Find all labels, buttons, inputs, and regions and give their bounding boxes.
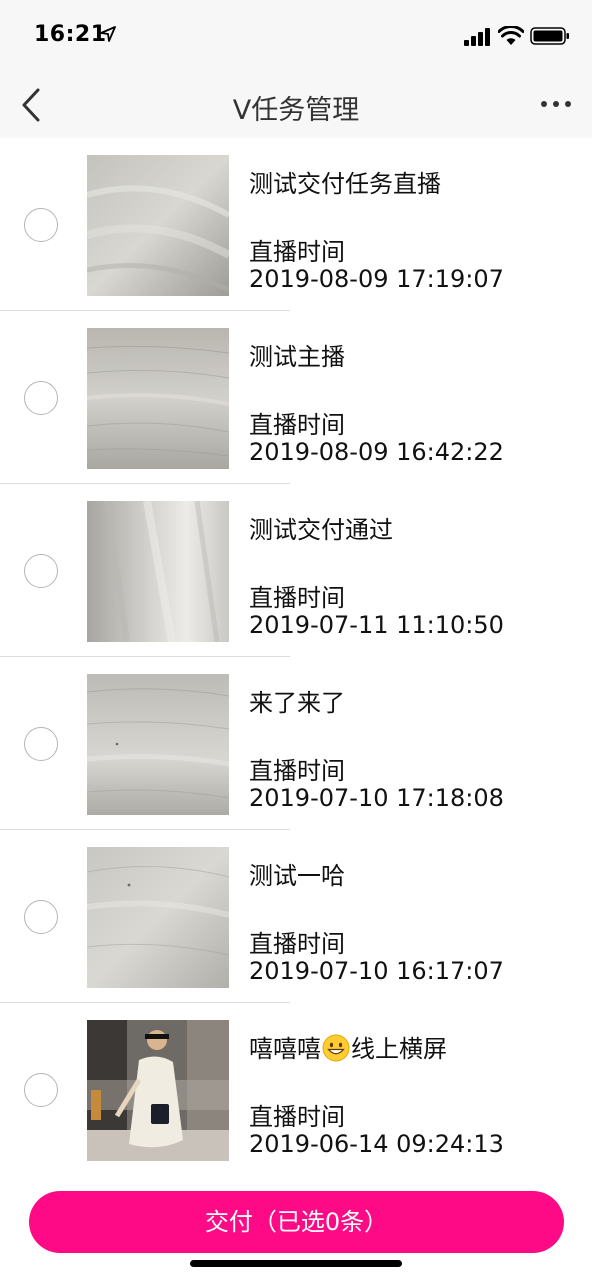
location-arrow-icon xyxy=(100,26,116,42)
wifi-icon xyxy=(498,26,524,45)
live-time-label: 直播时间 xyxy=(249,1103,345,1131)
task-list-item[interactable]: 测试交付通过 直播时间 2019-07-11 11:10:50 xyxy=(0,484,592,657)
live-time-value: 2019-07-11 11:10:50 xyxy=(249,611,504,639)
task-thumbnail xyxy=(87,1020,229,1161)
live-time-value: 2019-08-09 16:42:22 xyxy=(249,438,504,466)
task-list-item[interactable]: 嘻嘻嘻 线上横屏 直播时间 2019-06-14 09:24:13 xyxy=(0,1003,592,1176)
live-time-label: 直播时间 xyxy=(249,757,345,785)
task-thumbnail xyxy=(87,674,229,815)
live-time-value: 2019-07-10 16:17:07 xyxy=(249,957,504,985)
live-time-label: 直播时间 xyxy=(249,411,345,439)
live-time-label: 直播时间 xyxy=(249,930,345,958)
task-thumbnail xyxy=(87,155,229,296)
more-dots-icon[interactable] xyxy=(540,96,572,112)
select-radio[interactable] xyxy=(24,381,58,415)
task-title-text: 线上横屏 xyxy=(351,1035,447,1063)
task-title: 测试一哈 xyxy=(249,862,345,890)
grinning-face-emoji-icon xyxy=(322,1034,350,1062)
live-time-value: 2019-08-09 17:19:07 xyxy=(249,265,504,293)
nav-bar: V任务管理 xyxy=(0,72,592,138)
task-list-item[interactable]: 测试一哈 直播时间 2019-07-10 16:17:07 xyxy=(0,830,592,1003)
live-time-value: 2019-07-10 17:18:08 xyxy=(249,784,504,812)
task-thumbnail xyxy=(87,328,229,469)
status-time: 16:21 xyxy=(34,22,107,47)
live-time-label: 直播时间 xyxy=(249,238,345,266)
task-thumbnail xyxy=(87,501,229,642)
select-radio[interactable] xyxy=(24,208,58,242)
home-indicator[interactable] xyxy=(190,1260,402,1267)
task-list-item[interactable]: 测试交付任务直播 直播时间 2019-08-09 17:19:07 xyxy=(0,138,592,311)
live-time-value: 2019-06-14 09:24:13 xyxy=(249,1130,504,1158)
submit-delivery-button[interactable]: 交付（已选0条） xyxy=(29,1191,564,1253)
page-title: V任务管理 xyxy=(232,95,360,126)
task-title: 测试交付通过 xyxy=(249,516,393,544)
task-thumbnail xyxy=(87,847,229,988)
task-list: 测试交付任务直播 直播时间 2019-08-09 17:19:07 测试主播 直… xyxy=(0,138,592,1176)
task-title: 嘻嘻嘻 线上横屏 xyxy=(249,1029,447,1064)
task-title: 测试交付任务直播 xyxy=(249,170,441,198)
task-title-text: 嘻嘻嘻 xyxy=(249,1035,321,1063)
task-title: 来了来了 xyxy=(249,689,345,717)
select-radio[interactable] xyxy=(24,554,58,588)
signal-icon xyxy=(464,28,490,46)
select-radio[interactable] xyxy=(24,727,58,761)
status-bar: 16:21 xyxy=(0,0,592,72)
live-time-label: 直播时间 xyxy=(249,584,345,612)
task-list-item[interactable]: 来了来了 直播时间 2019-07-10 17:18:08 xyxy=(0,657,592,830)
select-radio[interactable] xyxy=(24,900,58,934)
battery-icon xyxy=(530,27,569,45)
task-list-item[interactable]: 测试主播 直播时间 2019-08-09 16:42:22 xyxy=(0,311,592,484)
task-title: 测试主播 xyxy=(249,343,345,371)
select-radio[interactable] xyxy=(24,1073,58,1107)
